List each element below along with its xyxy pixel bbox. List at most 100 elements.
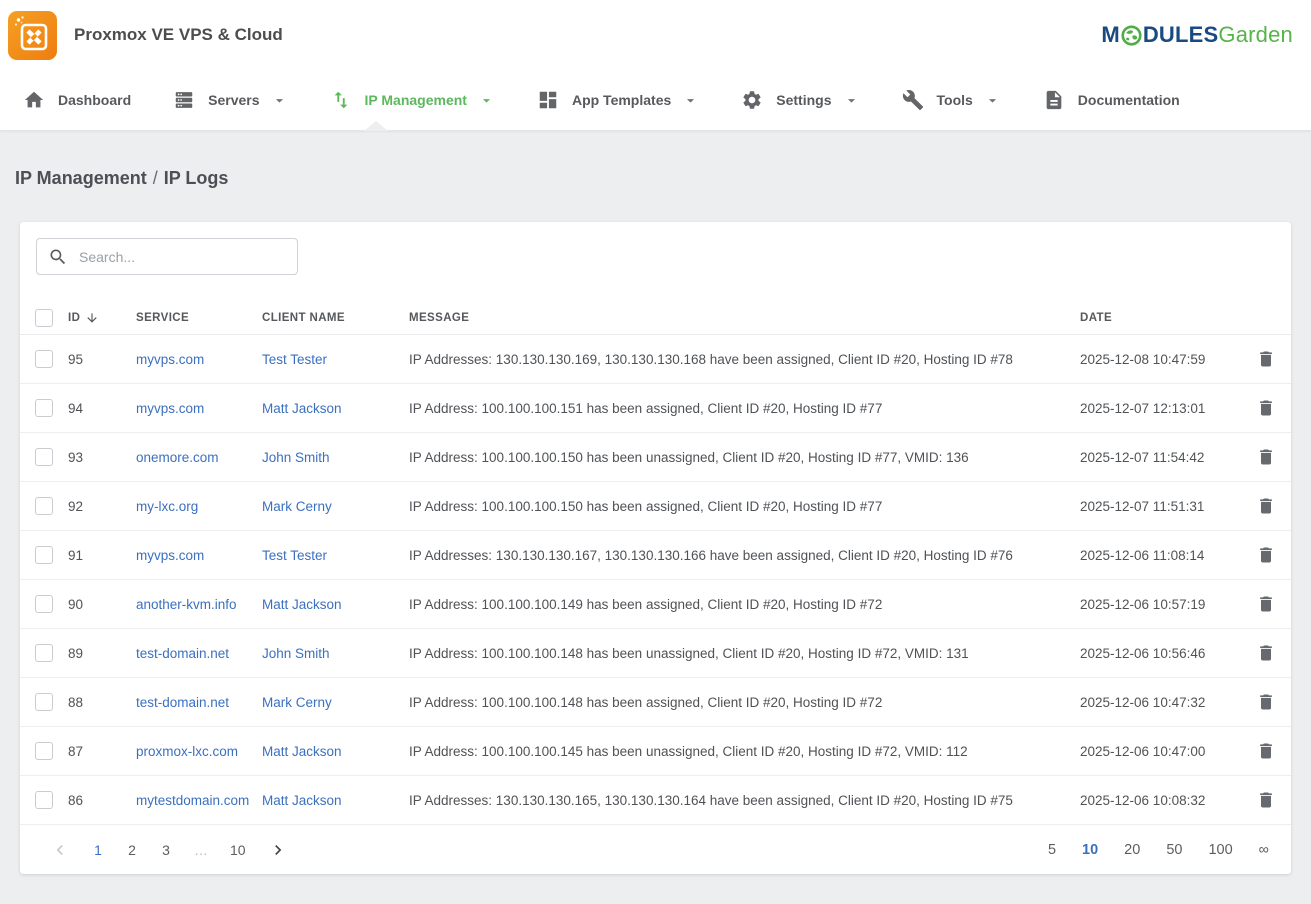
table-row: 88test-domain.netMark CernyIP Address: 1… <box>20 678 1291 727</box>
delete-row-button[interactable] <box>1246 398 1276 418</box>
service-link[interactable]: onemore.com <box>136 450 219 465</box>
home-icon <box>23 89 45 111</box>
client-link[interactable]: John Smith <box>262 646 330 661</box>
client-link[interactable]: Matt Jackson <box>262 597 342 612</box>
column-header-message[interactable]: MESSAGE <box>409 312 1080 324</box>
delete-row-button[interactable] <box>1246 692 1276 712</box>
per-page-option-10[interactable]: 10 <box>1082 842 1098 858</box>
column-header-client[interactable]: CLIENT NAME <box>262 312 409 324</box>
breadcrumb-page: IP Logs <box>164 168 229 188</box>
page-button-10[interactable]: 10 <box>230 842 246 858</box>
client-link[interactable]: Matt Jackson <box>262 744 342 759</box>
brand-dules: DULES <box>1143 22 1219 48</box>
row-checkbox[interactable] <box>35 791 53 809</box>
per-page-option-50[interactable]: 50 <box>1166 842 1182 858</box>
client-link[interactable]: Matt Jackson <box>262 401 342 416</box>
delete-row-button[interactable] <box>1246 643 1276 663</box>
cell-message: IP Address: 100.100.100.149 has been ass… <box>409 597 1080 612</box>
wrench-icon <box>902 89 924 111</box>
nav-item-documentation[interactable]: Documentation <box>1022 70 1201 130</box>
row-checkbox[interactable] <box>35 546 53 564</box>
service-link[interactable]: myvps.com <box>136 401 204 416</box>
cell-message: IP Address: 100.100.100.150 has been una… <box>409 450 1080 465</box>
cell-date: 2025-12-06 10:57:19 <box>1080 597 1246 612</box>
client-link[interactable]: Test Tester <box>262 548 327 563</box>
app-templates-icon <box>537 89 559 111</box>
row-checkbox[interactable] <box>35 693 53 711</box>
client-link[interactable]: Matt Jackson <box>262 793 342 808</box>
per-page-option-20[interactable]: 20 <box>1124 842 1140 858</box>
table-row: 95myvps.comTest TesterIP Addresses: 130.… <box>20 335 1291 384</box>
prev-page-button[interactable] <box>50 840 70 860</box>
nav-item-label: Dashboard <box>58 92 131 108</box>
client-link[interactable]: Mark Cerny <box>262 499 332 514</box>
select-all-checkbox[interactable] <box>35 309 53 327</box>
service-link[interactable]: another-kvm.info <box>136 597 237 612</box>
nav-item-settings[interactable]: Settings <box>720 70 880 130</box>
nav-item-ip-management[interactable]: IP Management <box>309 70 516 130</box>
client-link[interactable]: Test Tester <box>262 352 327 367</box>
service-link[interactable]: test-domain.net <box>136 646 229 661</box>
cell-message: IP Addresses: 130.130.130.169, 130.130.1… <box>409 352 1080 367</box>
delete-row-button[interactable] <box>1246 447 1276 467</box>
table-row: 92my-lxc.orgMark CernyIP Address: 100.10… <box>20 482 1291 531</box>
globe-icon <box>1121 25 1142 46</box>
service-link[interactable]: myvps.com <box>136 352 204 367</box>
client-link[interactable]: John Smith <box>262 450 330 465</box>
per-page-option-∞[interactable]: ∞ <box>1259 842 1269 858</box>
row-checkbox[interactable] <box>35 595 53 613</box>
service-link[interactable]: test-domain.net <box>136 695 229 710</box>
per-page-options: 5 10 20 50 100 ∞ <box>1048 842 1269 858</box>
search-input[interactable] <box>77 248 286 266</box>
row-checkbox[interactable] <box>35 644 53 662</box>
delete-row-button[interactable] <box>1246 741 1276 761</box>
trash-icon <box>1256 447 1276 467</box>
page-ellipsis: … <box>194 842 208 858</box>
service-link[interactable]: mytestdomain.com <box>136 793 249 808</box>
column-header-id[interactable]: ID <box>68 311 136 325</box>
service-link[interactable]: my-lxc.org <box>136 499 198 514</box>
cell-message: IP Addresses: 130.130.130.165, 130.130.1… <box>409 793 1080 808</box>
nav-item-label: IP Management <box>365 92 467 108</box>
table-row: 86mytestdomain.comMatt JacksonIP Address… <box>20 776 1291 825</box>
breadcrumb-section[interactable]: IP Management <box>15 168 147 188</box>
cell-date: 2025-12-07 12:13:01 <box>1080 401 1246 416</box>
cell-date: 2025-12-06 10:08:32 <box>1080 793 1246 808</box>
import-export-icon <box>330 89 352 111</box>
nav-item-tools[interactable]: Tools <box>881 70 1022 130</box>
column-header-date[interactable]: DATE <box>1080 312 1246 324</box>
search-box <box>36 238 298 275</box>
active-nav-notch <box>364 121 388 131</box>
per-page-option-5[interactable]: 5 <box>1048 842 1056 858</box>
cell-id: 87 <box>68 744 136 759</box>
next-page-button[interactable] <box>268 840 288 860</box>
column-header-service[interactable]: SERVICE <box>136 312 262 324</box>
nav-item-dashboard[interactable]: Dashboard <box>2 70 152 130</box>
page-title: Proxmox VE VPS & Cloud <box>74 25 283 45</box>
breadcrumb: IP Management/IP Logs <box>0 131 1311 189</box>
page-button-2[interactable]: 2 <box>126 842 138 858</box>
delete-row-button[interactable] <box>1246 349 1276 369</box>
row-checkbox[interactable] <box>35 497 53 515</box>
row-checkbox[interactable] <box>35 350 53 368</box>
delete-row-button[interactable] <box>1246 594 1276 614</box>
service-link[interactable]: myvps.com <box>136 548 204 563</box>
sort-desc-icon <box>85 311 99 325</box>
client-link[interactable]: Mark Cerny <box>262 695 332 710</box>
nav-item-app-templates[interactable]: App Templates <box>516 70 720 130</box>
delete-row-button[interactable] <box>1246 496 1276 516</box>
delete-row-button[interactable] <box>1246 545 1276 565</box>
per-page-option-100[interactable]: 100 <box>1208 842 1232 858</box>
row-checkbox[interactable] <box>35 448 53 466</box>
cell-message: IP Address: 100.100.100.148 has been ass… <box>409 695 1080 710</box>
service-link[interactable]: proxmox-lxc.com <box>136 744 238 759</box>
page-button-1[interactable]: 1 <box>92 842 104 858</box>
row-checkbox[interactable] <box>35 399 53 417</box>
page-button-3[interactable]: 3 <box>160 842 172 858</box>
nav-item-servers[interactable]: Servers <box>152 70 308 130</box>
table-row: 89test-domain.netJohn SmithIP Address: 1… <box>20 629 1291 678</box>
row-checkbox[interactable] <box>35 742 53 760</box>
chevron-down-icon <box>843 92 860 109</box>
delete-row-button[interactable] <box>1246 790 1276 810</box>
cell-date: 2025-12-08 10:47:59 <box>1080 352 1246 367</box>
